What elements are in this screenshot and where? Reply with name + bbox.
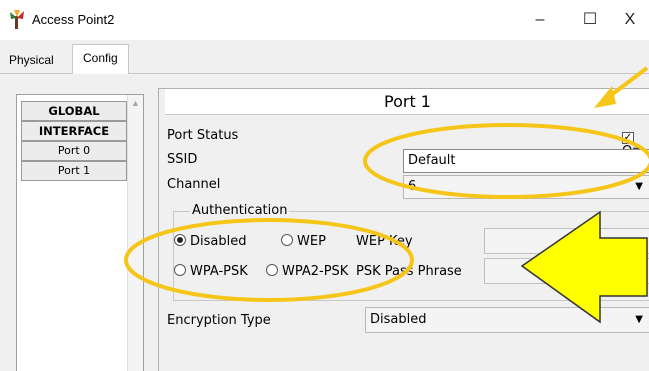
port-panel: Port 1 Port Status ✓On SSID Default Chan… (158, 88, 649, 371)
chevron-down-icon[interactable]: ▼ (635, 308, 643, 332)
psk-pass-phrase-label: PSK Pass Phrase (356, 264, 462, 279)
authentication-legend: Authentication (190, 203, 290, 218)
encryption-type-select[interactable]: Disabled ▼ (365, 307, 649, 333)
config-content: GLOBAL INTERFACE Port 0 Port 1 ▲ Port 1 … (0, 74, 649, 371)
wep-key-label: WEP Key (356, 234, 413, 249)
sidebar-item-port-0[interactable]: Port 0 (21, 141, 127, 161)
scroll-up-icon[interactable]: ▲ (131, 98, 140, 108)
channel-value: 6 (408, 179, 417, 194)
tab-bar: Physical Config (0, 40, 649, 75)
tab-physical[interactable]: Physical (2, 48, 61, 74)
auth-wpa-psk-label: WPA-PSK (190, 264, 248, 279)
sidebar-nav: GLOBAL INTERFACE Port 0 Port 1 ▲ (16, 94, 144, 371)
ssid-input[interactable]: Default (403, 149, 649, 173)
encryption-type-value: Disabled (370, 312, 427, 327)
title-bar: Access Point2 – ☐ X (0, 0, 649, 40)
ssid-label: SSID (167, 152, 198, 167)
auth-radio-wpa-psk[interactable]: WPA-PSK (174, 264, 248, 279)
sidebar-scrollbar[interactable]: ▲ (127, 95, 143, 371)
maximize-button[interactable]: ☐ (570, 6, 610, 34)
radio-unselected-icon[interactable] (281, 234, 293, 246)
channel-label: Channel (167, 177, 221, 192)
psk-pass-phrase-input[interactable] (484, 258, 649, 284)
sidebar-item-interface[interactable]: INTERFACE (21, 121, 127, 141)
auth-radio-wpa2-psk[interactable]: WPA2-PSK (266, 264, 348, 279)
encryption-type-label: Encryption Type (167, 313, 271, 328)
auth-wpa2-psk-label: WPA2-PSK (282, 264, 349, 279)
tab-config[interactable]: Config (72, 44, 129, 75)
window-title: Access Point2 (32, 12, 115, 27)
authentication-group: Authentication Disabled WEP WPA-PSK WPA2… (173, 203, 649, 301)
sidebar-item-global[interactable]: GLOBAL (21, 101, 127, 121)
auth-disabled-label: Disabled (190, 234, 247, 249)
chevron-down-icon[interactable]: ▼ (635, 176, 643, 198)
panel-title: Port 1 (165, 89, 649, 115)
close-button[interactable]: X (610, 6, 649, 34)
auth-radio-disabled[interactable]: Disabled (174, 234, 246, 249)
wep-key-input[interactable] (484, 228, 649, 254)
access-point-icon (8, 10, 26, 30)
radio-unselected-icon[interactable] (266, 264, 278, 276)
minimize-button[interactable]: – (520, 6, 560, 34)
checkbox-checked-icon[interactable]: ✓ (622, 132, 634, 144)
port-status-label: Port Status (167, 128, 239, 143)
auth-wep-label: WEP (297, 234, 326, 249)
auth-radio-wep[interactable]: WEP (281, 234, 326, 249)
channel-select[interactable]: 6 ▼ (403, 175, 649, 199)
radio-selected-icon[interactable] (174, 234, 186, 246)
sidebar-item-port-1[interactable]: Port 1 (21, 161, 127, 181)
radio-unselected-icon[interactable] (174, 264, 186, 276)
